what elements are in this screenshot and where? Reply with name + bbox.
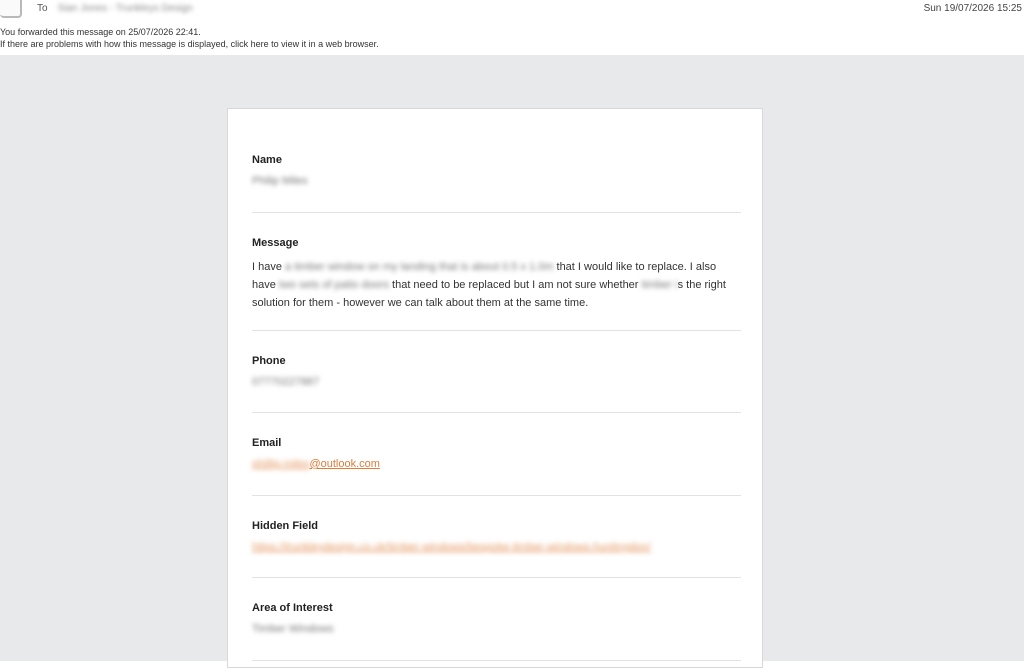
hidden-field: Hidden Field https://trunkleydesign.co.u…	[252, 520, 741, 553]
divider	[252, 330, 741, 331]
divider	[252, 212, 741, 213]
email-value: phillip-miles@outlook.com	[252, 458, 741, 470]
area-of-interest-field: Area of Interest Timber Windows	[252, 602, 741, 635]
to-label: To	[37, 3, 48, 14]
received-date: Sun 19/07/2026 15:25	[923, 3, 1022, 14]
divider	[252, 577, 741, 578]
message-redacted-1: a timber window on my landing that is ab…	[285, 261, 554, 273]
area-of-interest-value: Timber Windows	[252, 623, 334, 635]
name-field: Name Philip Miles	[252, 154, 741, 187]
avatar	[0, 0, 22, 18]
message-value: I have a timber window on my landing tha…	[252, 258, 741, 312]
message-field: Message I have a timber window on my lan…	[252, 237, 741, 312]
message-text-1: I have	[252, 261, 286, 273]
phone-field: Phone 07770227887	[252, 355, 741, 388]
message-text-3: that need to be replaced but I am not su…	[392, 279, 639, 291]
message-redacted-2: two sets of patio doors	[275, 279, 393, 291]
forward-note: You forwarded this message on 25/07/2026…	[0, 27, 201, 37]
message-label: Message	[252, 237, 299, 249]
hidden-field-value: https://trunkleydesign.co.uk/timber-wind…	[252, 541, 651, 553]
email-header: To Sian Jones - Trunkleys Design Sun 19/…	[0, 0, 1024, 55]
name-label: Name	[252, 154, 282, 166]
message-body: Name Philip Miles Message I have a timbe…	[0, 55, 1024, 668]
area-of-interest-label: Area of Interest	[252, 602, 333, 614]
divider	[252, 495, 741, 496]
email-redacted: phillip-miles	[252, 458, 310, 470]
divider	[252, 412, 741, 413]
phone-label: Phone	[252, 355, 286, 367]
message-redacted-3: timber i	[638, 279, 678, 291]
email-link[interactable]: phillip-miles@outlook.com	[252, 458, 380, 470]
hidden-field-label: Hidden Field	[252, 520, 318, 532]
recipient-name[interactable]: Sian Jones - Trunkleys Design	[58, 3, 193, 14]
to-row: To Sian Jones - Trunkleys Design	[37, 3, 193, 14]
form-submission-card: Name Philip Miles Message I have a timbe…	[227, 108, 763, 668]
hidden-field-link[interactable]: https://trunkleydesign.co.uk/timber-wind…	[252, 541, 741, 553]
email-domain: @outlook.com	[309, 458, 380, 470]
email-label: Email	[252, 437, 282, 449]
email-field: Email phillip-miles@outlook.com	[252, 437, 741, 470]
name-value: Philip Miles	[252, 175, 308, 187]
phone-value: 07770227887	[252, 376, 320, 388]
display-note[interactable]: If there are problems with how this mess…	[0, 38, 379, 50]
info-bar: You forwarded this message on 25/07/2026…	[0, 26, 379, 50]
